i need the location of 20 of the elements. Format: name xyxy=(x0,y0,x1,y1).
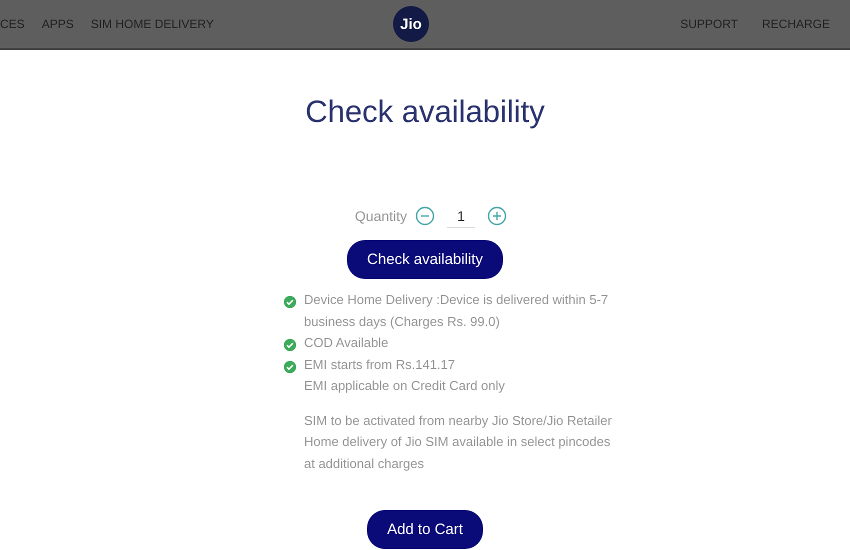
quantity-label: Quantity xyxy=(354,208,408,224)
feature-text: EMI applicable on Credit Card only xyxy=(304,377,505,395)
minus-icon[interactable] xyxy=(415,206,436,226)
quantity-field[interactable]: 1 xyxy=(447,204,476,228)
note-text: Home delivery of Jio SIM available in select pincodes xyxy=(304,433,612,451)
feature-text: Device Home Delivery :Device is delivered within 5-7 business days (Charges Rs. 99.0) xyxy=(304,291,610,331)
nav-link[interactable]: SUPPORT xyxy=(680,17,738,31)
nav-link[interactable]: RECHARGE xyxy=(762,17,830,31)
feature-text: EMI starts from Rs.141.17 xyxy=(304,356,455,374)
note-text: SIM to be activated from nearby Jio Store/Jio Retailer xyxy=(304,412,613,430)
nav-link[interactable]: CES xyxy=(0,17,25,31)
page-title: Check availability xyxy=(305,94,545,130)
check-availability-button[interactable]: Check availability xyxy=(347,240,503,279)
add-to-cart-button[interactable]: Add to Cart xyxy=(367,510,483,549)
note-text: at additional charges xyxy=(304,454,425,473)
nav-link[interactable]: SIM HOME DELIVERY xyxy=(90,17,214,31)
logo[interactable]: Jio xyxy=(393,6,429,42)
nav-link[interactable]: APPS xyxy=(42,17,74,31)
plus-icon[interactable] xyxy=(487,206,508,226)
feature-text: COD Available xyxy=(304,334,388,352)
